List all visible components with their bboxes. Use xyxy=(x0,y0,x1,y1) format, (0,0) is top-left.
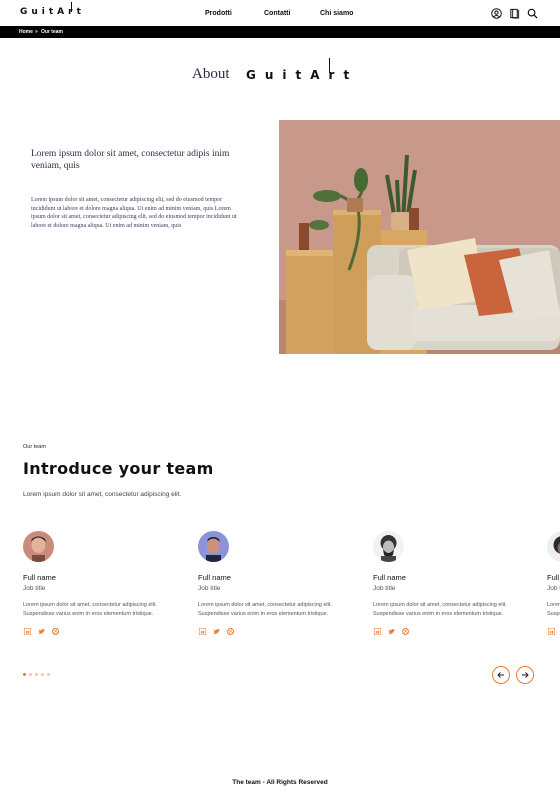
social-links xyxy=(198,627,358,635)
team-subtitle: Lorem ipsum dolor sit amet, consectetur … xyxy=(23,491,182,498)
site-logo[interactable]: GuitArt xyxy=(20,7,85,17)
search-icon[interactable] xyxy=(527,8,538,19)
twitter-icon[interactable] xyxy=(212,627,220,635)
carousel-prev-button[interactable] xyxy=(492,666,510,684)
member-job: Job title xyxy=(547,585,560,592)
member-job: Job title xyxy=(198,585,221,592)
footer-text: The team - All Rights Reserved xyxy=(232,779,328,786)
about-logo: GuitArt xyxy=(246,68,359,82)
social-links xyxy=(373,627,533,635)
nav-item-prodotti[interactable]: Prodotti xyxy=(205,10,232,17)
site-header: GuitArt Prodotti Contatti Chi siamo xyxy=(0,0,560,26)
member-description: Lorem ipsum dolor sit amet, consectetur … xyxy=(547,602,560,617)
linkedin-icon[interactable] xyxy=(198,627,206,635)
social-links xyxy=(23,627,183,635)
dribbble-icon[interactable] xyxy=(226,627,234,635)
carousel-dots xyxy=(23,673,50,676)
member-description: Lorem ipsum dolor sit amet, consectetur … xyxy=(373,602,507,617)
team-card: Full name Job title Lorem ipsum dolor si… xyxy=(547,531,560,635)
team-card: Full name Job title Lorem ipsum dolor si… xyxy=(23,531,183,635)
twitter-icon[interactable] xyxy=(387,627,395,635)
breadcrumb: Home » Our team xyxy=(0,26,560,38)
avatar xyxy=(547,531,560,562)
member-name: Full name xyxy=(198,573,231,582)
social-links xyxy=(547,627,560,635)
member-job: Job title xyxy=(23,585,46,592)
avatar xyxy=(373,531,404,562)
nav-item-contatti[interactable]: Contatti xyxy=(264,10,290,17)
user-icon[interactable] xyxy=(491,8,502,19)
linkedin-icon[interactable] xyxy=(547,627,555,635)
member-name: Full name xyxy=(23,573,56,582)
carousel-dot[interactable] xyxy=(47,673,50,676)
dribbble-icon[interactable] xyxy=(51,627,59,635)
team-card: Full name Job title Lorem ipsum dolor si… xyxy=(373,531,533,635)
carousel-next-button[interactable] xyxy=(516,666,534,684)
team-title: Introduce your team xyxy=(23,459,214,478)
arrow-right-icon xyxy=(522,672,529,678)
member-description: Lorem ipsum dolor sit amet, consectetur … xyxy=(198,602,332,617)
intro-body: Lorem ipsum dolor sit amet, consectetur … xyxy=(31,197,237,229)
linkedin-icon[interactable] xyxy=(23,627,31,635)
linkedin-icon[interactable] xyxy=(373,627,381,635)
twitter-icon[interactable] xyxy=(37,627,45,635)
dribbble-icon[interactable] xyxy=(401,627,409,635)
team-eyebrow: Our team xyxy=(23,444,46,450)
header-icons xyxy=(491,8,538,19)
breadcrumb-current: Our team xyxy=(41,29,63,35)
carousel-dot[interactable] xyxy=(29,673,32,676)
nav-item-chi-siamo[interactable]: Chi siamo xyxy=(320,10,353,17)
carousel-dot[interactable] xyxy=(23,673,26,676)
book-icon[interactable] xyxy=(509,8,520,19)
about-logo-spike xyxy=(329,58,330,73)
member-description: Lorem ipsum dolor sit amet, consectetur … xyxy=(23,602,157,617)
carousel-dot[interactable] xyxy=(41,673,44,676)
avatar xyxy=(198,531,229,562)
intro-heading: Lorem ipsum dolor sit amet, consectetur … xyxy=(31,149,230,171)
member-name: Full name xyxy=(373,573,406,582)
member-name: Full name xyxy=(547,573,560,582)
team-card: Full name Job title Lorem ipsum dolor si… xyxy=(198,531,358,635)
member-job: Job title xyxy=(373,585,396,592)
avatar xyxy=(23,531,54,562)
about-title: About xyxy=(192,66,230,82)
logo-spike xyxy=(71,2,72,12)
living-room-photo xyxy=(279,120,560,354)
carousel-dot[interactable] xyxy=(35,673,38,676)
arrow-left-icon xyxy=(497,672,504,678)
breadcrumb-home[interactable]: Home xyxy=(19,29,33,35)
breadcrumb-separator: » xyxy=(35,29,38,35)
